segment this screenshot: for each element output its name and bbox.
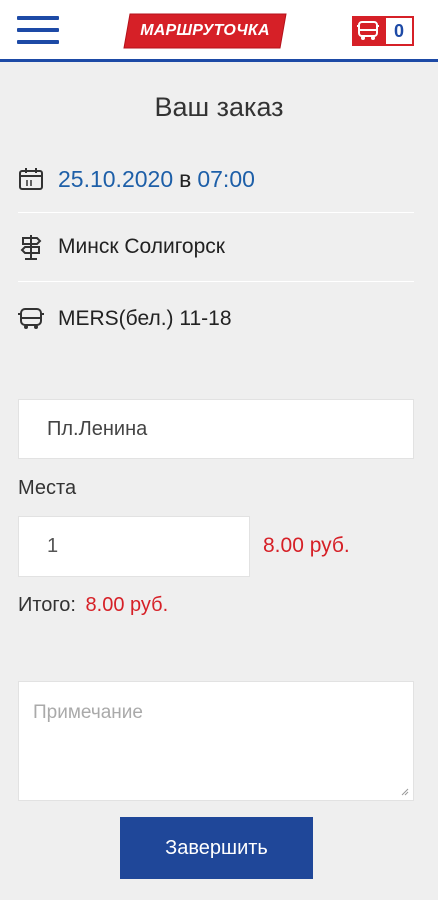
route-name: Минск Солигорск (58, 235, 225, 258)
seats-input[interactable]: 1 (18, 516, 250, 577)
order-total: Итого: 8.00 руб. (18, 594, 168, 617)
hamburger-icon[interactable] (17, 16, 59, 44)
stop-input[interactable]: Пл.Ленина (18, 399, 414, 459)
cart-count-badge: 0 (384, 16, 414, 46)
cart-button[interactable]: 0 (352, 16, 414, 46)
page-title: Ваш заказ (154, 92, 284, 122)
note-placeholder: Примечание (33, 702, 143, 723)
route-row: Минск Солигорск (18, 230, 414, 264)
brand-logo[interactable]: МАРШРУТОЧКА (122, 12, 288, 50)
logo-text: МАРШРУТОЧКА (140, 22, 270, 39)
bus-icon (18, 306, 44, 332)
date-connector: в (179, 165, 192, 192)
total-value: 8.00 руб. (85, 594, 169, 616)
total-label: Итого: (18, 594, 76, 616)
vehicle-row: MERS(бел.) 11-18 (18, 302, 414, 336)
divider (18, 212, 414, 213)
vehicle-name: MERS(бел.) 11-18 (58, 307, 232, 330)
note-textarea[interactable]: Примечание (18, 681, 414, 801)
signpost-icon (18, 234, 44, 260)
order-date: 25.10.2020 (58, 165, 174, 192)
divider (18, 281, 414, 282)
resize-grip-icon[interactable] (401, 788, 409, 796)
order-date-row: 25.10.2020 в 07:00 (18, 162, 414, 196)
order-time: 07:00 (197, 165, 255, 192)
seat-price: 8.00 руб. (263, 534, 350, 557)
app-header: МАРШРУТОЧКА 0 (0, 0, 438, 62)
submit-button[interactable]: Завершить (120, 817, 313, 879)
seats-label: Места (18, 477, 77, 499)
bus-icon (352, 16, 384, 46)
calendar-icon (18, 166, 44, 192)
